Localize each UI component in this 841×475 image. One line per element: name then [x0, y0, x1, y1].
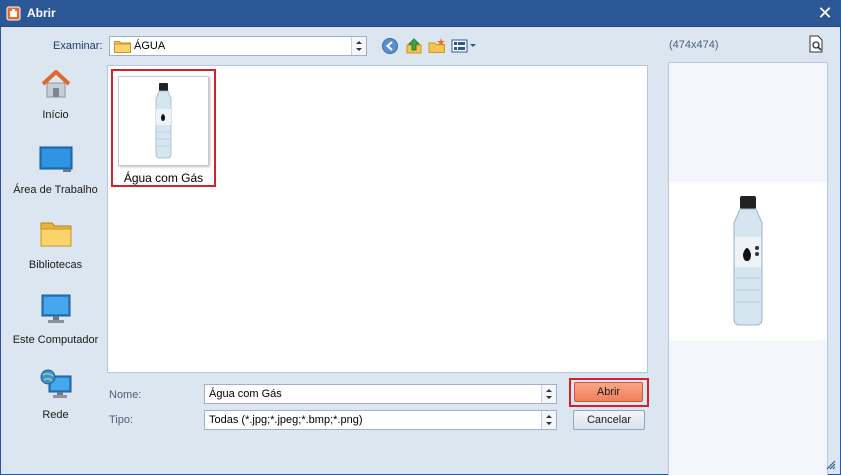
preview-image [669, 182, 827, 340]
cancel-button[interactable]: Cancelar [573, 410, 645, 430]
dialog-body: Examinar: ÁGUA Início Área de Trabalho B… [0, 27, 841, 475]
desktop-icon [39, 146, 73, 172]
place-desktop[interactable]: Área de Trabalho [7, 136, 104, 206]
name-dropdown-spinner[interactable] [541, 385, 556, 403]
water-bottle-image [155, 83, 172, 159]
computer-icon [41, 294, 71, 323]
file-name: Água com Gás [123, 171, 204, 185]
title-bar: Abrir ✕ [0, 0, 841, 27]
back-icon[interactable] [381, 37, 399, 55]
file-item[interactable]: Água com Gás [111, 69, 216, 187]
close-icon: ✕ [817, 3, 833, 23]
type-label: Tipo: [109, 414, 134, 426]
water-bottle-preview [733, 196, 763, 326]
look-in-combo[interactable]: ÁGUA [109, 36, 367, 56]
look-in-spinner[interactable] [351, 37, 366, 55]
place-home[interactable]: Início [7, 61, 104, 131]
place-label: Este Computador [12, 334, 99, 346]
place-label: Área de Trabalho [13, 184, 98, 196]
preview-toggle-icon[interactable] [807, 35, 825, 53]
type-value: Todas (*.jpg;*.jpeg;*.bmp;*.png) [209, 414, 363, 426]
new-folder-icon[interactable] [428, 37, 446, 55]
preview-dimensions: (474x474) [669, 39, 719, 51]
place-label: Bibliotecas [28, 259, 83, 271]
folder-icon [114, 41, 131, 53]
name-label: Nome: [109, 389, 142, 401]
place-label: Início [42, 109, 69, 121]
type-dropdown-spinner[interactable] [541, 411, 556, 429]
close-button[interactable]: ✕ [813, 3, 837, 24]
window-title: Abrir [27, 6, 56, 20]
name-value: Água com Gás [209, 388, 282, 400]
file-list[interactable]: Água com Gás [107, 65, 648, 373]
network-icon [40, 369, 72, 398]
file-thumbnail [118, 76, 209, 166]
place-libraries[interactable]: Bibliotecas [7, 211, 104, 281]
up-folder-icon[interactable] [405, 37, 423, 55]
type-select[interactable]: Todas (*.jpg;*.jpeg;*.bmp;*.png) [204, 410, 557, 430]
place-label: Rede [42, 409, 69, 421]
app-icon [6, 6, 21, 21]
look-in-label: Examinar: [53, 40, 103, 52]
place-network[interactable]: Rede [7, 361, 104, 431]
place-computer[interactable]: Este Computador [7, 286, 104, 356]
view-menu-icon[interactable] [451, 37, 477, 55]
home-icon [41, 70, 71, 98]
preview-pane [668, 62, 828, 475]
libraries-icon [40, 222, 72, 247]
look-in-value: ÁGUA [134, 40, 166, 52]
name-field[interactable]: Água com Gás [204, 384, 557, 404]
resize-grip-icon[interactable] [826, 460, 836, 470]
open-button[interactable]: Abrir [574, 382, 643, 402]
